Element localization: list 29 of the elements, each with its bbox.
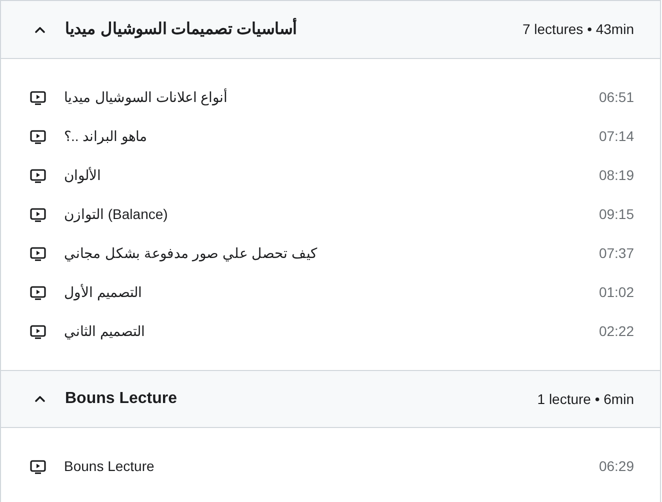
section-meta: 7 lectures • 43min xyxy=(522,20,634,39)
section-title: أساسيات تصميمات السوشيال ميديا xyxy=(65,18,296,42)
lecture-duration: 06:51 xyxy=(598,88,634,107)
lecture-title[interactable]: التصميم الثاني xyxy=(64,321,145,342)
video-icon xyxy=(30,284,46,300)
lecture-title[interactable]: الألوان xyxy=(64,165,101,186)
section-header[interactable]: Bouns Lecture 1 lecture • 6min xyxy=(1,370,660,428)
video-icon xyxy=(30,458,46,474)
lecture-title[interactable]: التصميم الأول xyxy=(64,282,142,303)
lecture-title[interactable]: التوازن (Balance) xyxy=(64,204,168,225)
video-icon xyxy=(30,90,46,106)
video-icon xyxy=(30,324,46,340)
lecture-duration: 08:19 xyxy=(598,166,634,185)
lecture-title[interactable]: Bouns Lecture xyxy=(64,456,154,477)
lecture-duration: 06:29 xyxy=(598,457,634,476)
lecture-duration: 01:02 xyxy=(598,283,634,302)
video-icon xyxy=(30,246,46,262)
lecture-duration: 07:37 xyxy=(598,244,634,263)
lecture-title[interactable]: كيف تحصل علي صور مدفوعة بشكل مجاني xyxy=(64,243,318,264)
lecture-title[interactable]: ماهو البراند ..؟ xyxy=(64,126,148,147)
section-meta: 1 lecture • 6min xyxy=(537,390,634,408)
lecture-duration: 07:14 xyxy=(598,127,634,146)
video-icon xyxy=(30,128,46,144)
lecture-title[interactable]: أنواع اعلانات السوشيال ميديا xyxy=(64,87,228,108)
lecture-duration: 09:15 xyxy=(598,205,634,224)
video-icon xyxy=(30,206,46,222)
section-title: Bouns Lecture xyxy=(65,389,178,409)
video-icon xyxy=(30,168,46,184)
lecture-duration: 02:22 xyxy=(598,322,634,341)
